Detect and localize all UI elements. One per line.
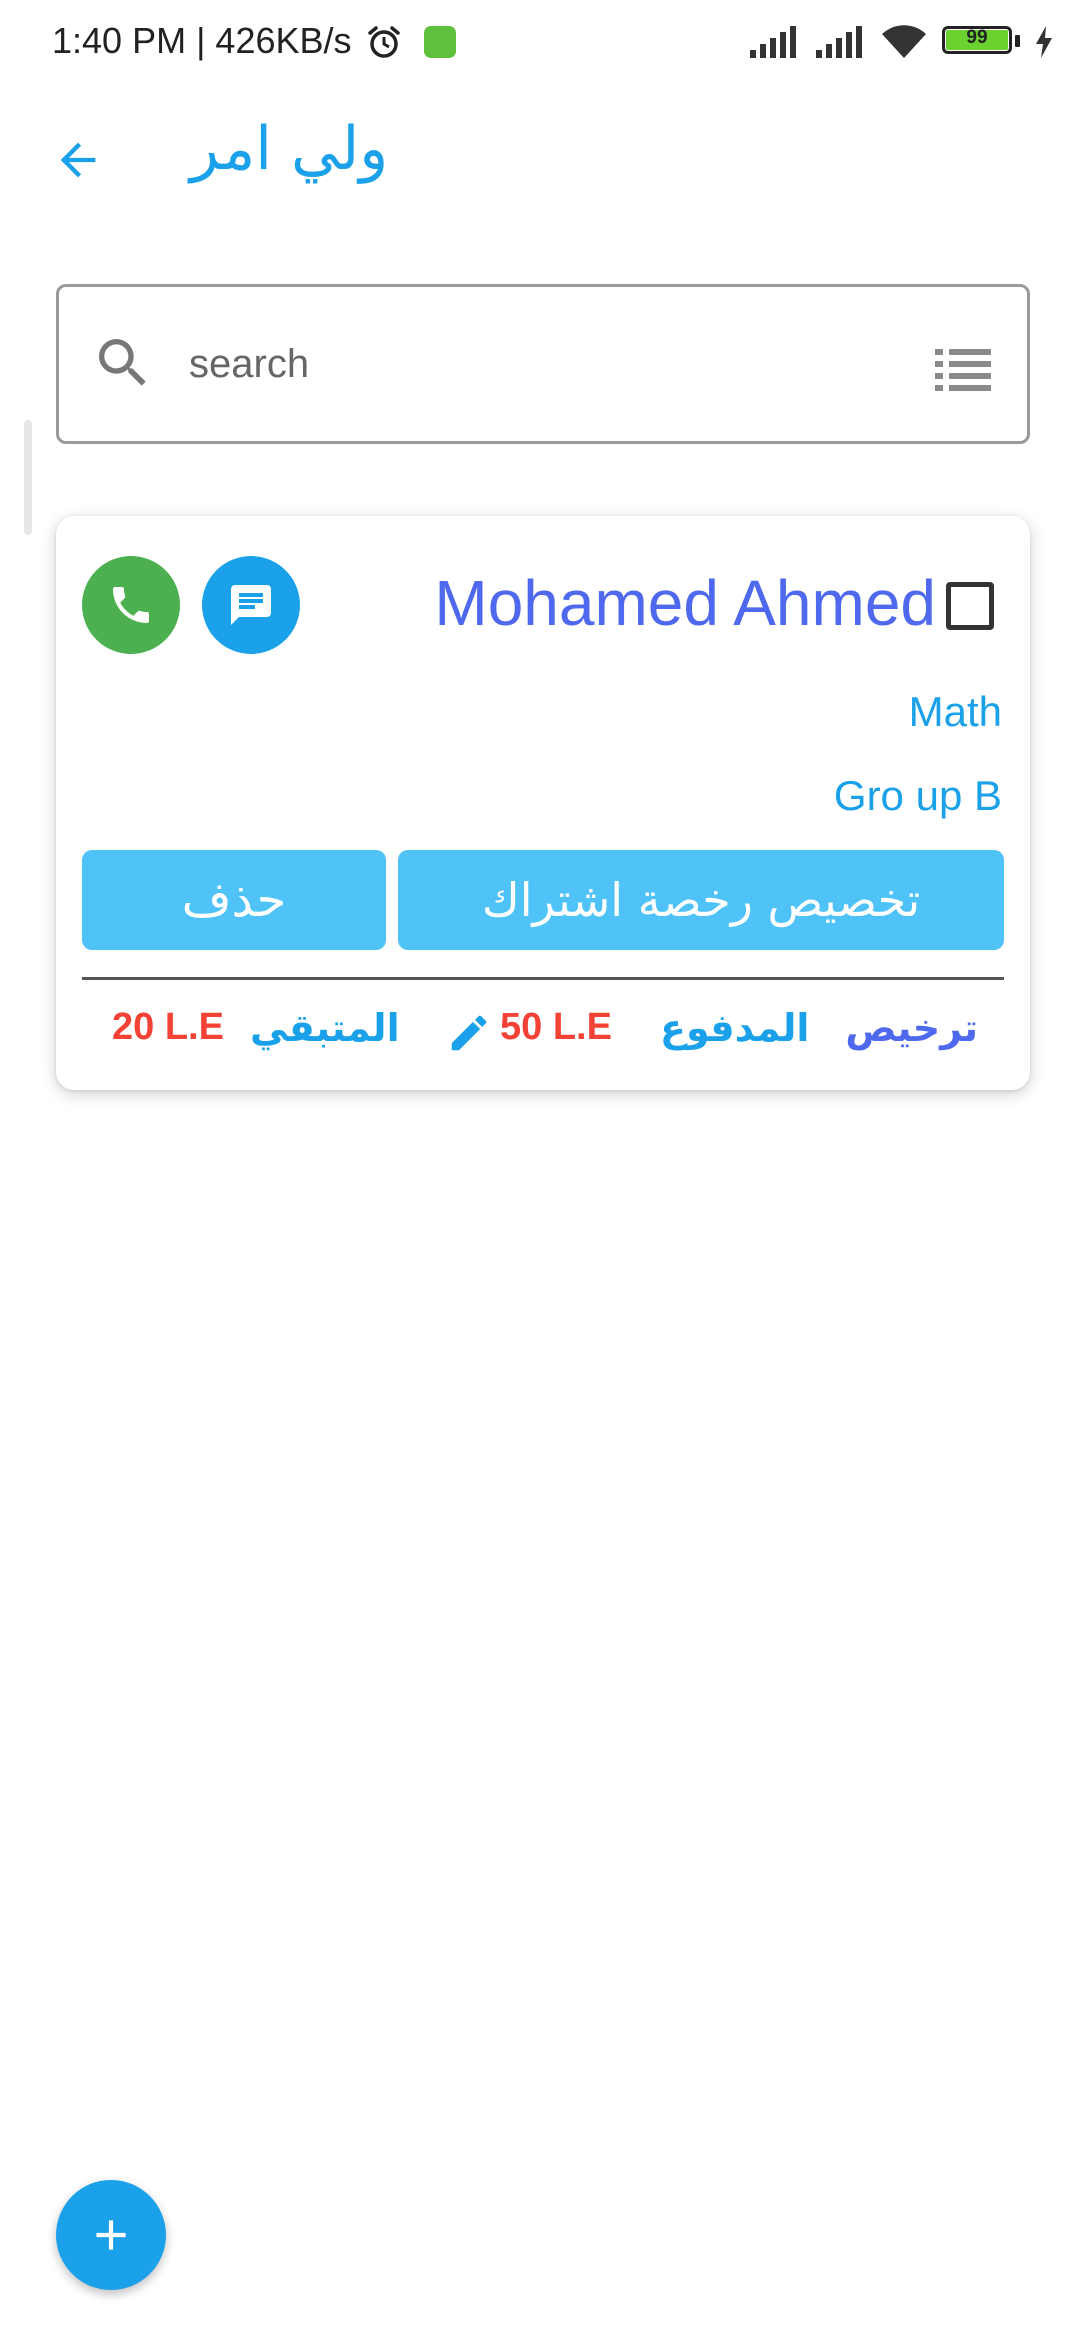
guardian-name: Mohamed Ahmed bbox=[434, 567, 936, 639]
search-input[interactable] bbox=[187, 323, 831, 405]
status-time-speed: 1:40 PM | 426KB/s bbox=[52, 20, 352, 61]
battery-level: 99 bbox=[966, 27, 988, 48]
paid-value: 50 L.E bbox=[500, 1006, 612, 1048]
charging-icon bbox=[1036, 26, 1052, 58]
message-icon bbox=[231, 585, 271, 625]
license-label[interactable]: ترخيص bbox=[845, 1006, 978, 1050]
payment-summary: 20 L.E المتبقي 50 L.E المدفوع ترخيص bbox=[56, 992, 1030, 1072]
alarm-icon bbox=[368, 26, 400, 58]
app-bar: ولي امر bbox=[0, 100, 1080, 210]
remaining-label: المتبقي bbox=[250, 1006, 400, 1050]
filter-list-icon[interactable] bbox=[935, 347, 991, 391]
subject-label: Math bbox=[908, 688, 1002, 735]
status-bar: 1:40 PM | 426KB/s 99 bbox=[0, 0, 1080, 86]
select-checkbox[interactable] bbox=[946, 582, 994, 630]
paid-label: المدفوع bbox=[660, 1006, 810, 1050]
wifi-icon bbox=[882, 25, 926, 58]
signal-icon-2 bbox=[816, 26, 862, 58]
page-title: ولي امر bbox=[190, 114, 389, 184]
app-notification-icon bbox=[424, 26, 456, 58]
phone-icon bbox=[113, 587, 149, 623]
add-button[interactable] bbox=[56, 2180, 166, 2290]
back-button[interactable] bbox=[40, 122, 116, 198]
delete-button[interactable]: حذف bbox=[82, 850, 386, 950]
pencil-icon[interactable] bbox=[446, 1010, 492, 1056]
search-bar bbox=[56, 284, 1030, 444]
status-indicators: 99 bbox=[748, 22, 1054, 62]
guardian-card[interactable]: Mohamed Ahmed Math Gro up B حذف تخصيص رخ… bbox=[56, 516, 1030, 1090]
search-icon bbox=[99, 339, 146, 386]
plus-icon bbox=[96, 2220, 126, 2250]
signal-icon bbox=[750, 26, 796, 58]
message-button[interactable] bbox=[202, 556, 300, 654]
group-label: Gro up B bbox=[833, 772, 1002, 819]
call-button[interactable] bbox=[82, 556, 180, 654]
divider bbox=[82, 977, 1004, 980]
arrow-left-icon bbox=[60, 142, 96, 178]
remaining-value: 20 L.E bbox=[112, 1006, 224, 1048]
battery-icon: 99 bbox=[942, 26, 1020, 58]
assign-subscription-button[interactable]: تخصيص رخصة اشتراك bbox=[398, 850, 1004, 950]
scroll-indicator bbox=[24, 420, 32, 535]
